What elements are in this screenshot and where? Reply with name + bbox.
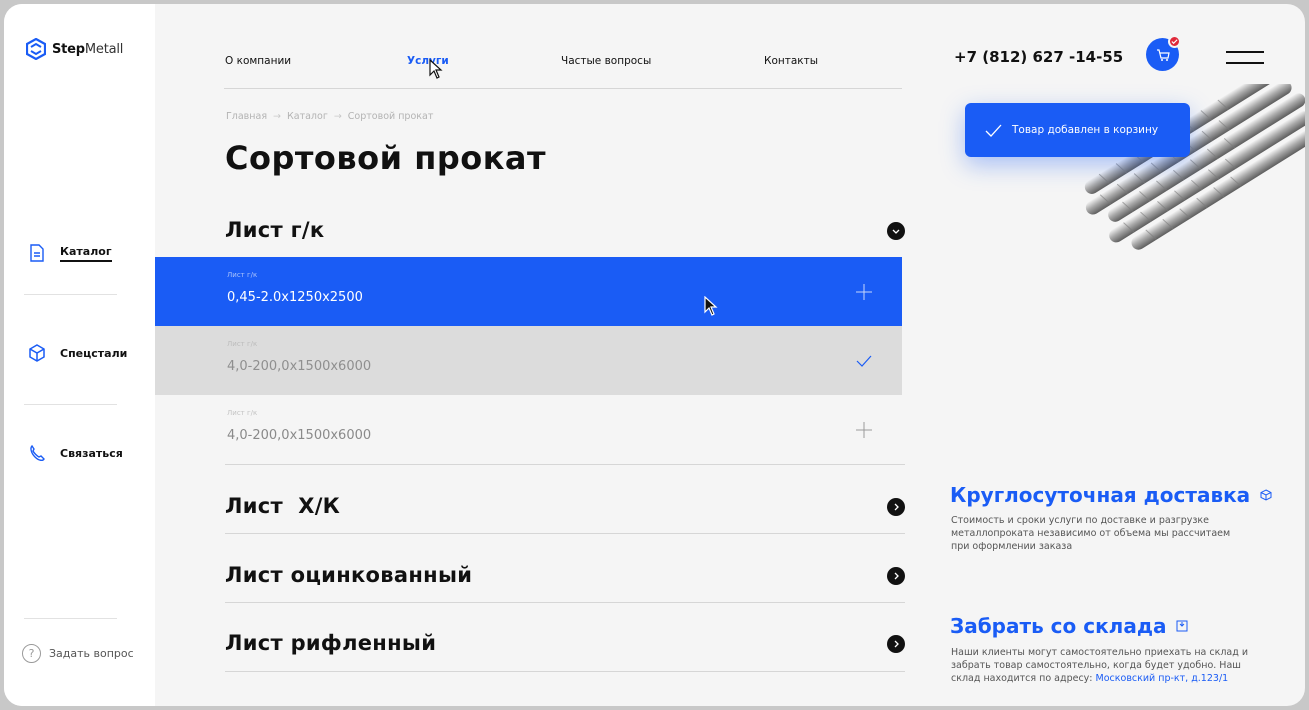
breadcrumb-separator: → [333, 111, 342, 122]
warehouse-icon [1176, 620, 1188, 632]
sidebar-item-label: Связаться [60, 446, 123, 460]
cart-badge [1168, 35, 1181, 48]
pickup-title: Забрать со склада [950, 614, 1188, 638]
plus-icon[interactable] [855, 283, 873, 301]
accordion-section-cold-rolled[interactable]: Лист Х/К [225, 494, 905, 518]
sidebar-item-special-steels[interactable]: Спецстали [28, 344, 127, 362]
breadcrumb-current: Сортовой прокат [347, 111, 434, 122]
menu-button[interactable] [1226, 51, 1264, 65]
nav-link-services[interactable]: Услуги [407, 55, 449, 67]
cube-icon [29, 344, 45, 362]
item-category: Лист г/к [227, 271, 258, 279]
sidebar: StepMetall Каталог Спецстали Связаться ?… [4, 4, 155, 706]
section-title: Лист г/к [225, 218, 325, 242]
chevron-right-icon [887, 498, 905, 516]
browser-frame: StepMetall Каталог Спецстали Связаться ?… [4, 4, 1305, 706]
check-icon [985, 124, 1002, 137]
chevron-right-icon [887, 567, 905, 585]
ask-question-label: Задать вопрос [49, 647, 134, 660]
divider [225, 464, 905, 465]
delivery-title: Круглосуточная доставка [950, 483, 1272, 507]
section-title: Лист рифленный [225, 631, 437, 655]
hamburger-line-icon [1226, 51, 1264, 53]
sidebar-item-label: Спецстали [60, 346, 128, 360]
sidebar-item-catalog[interactable]: Каталог [28, 244, 112, 262]
plus-icon[interactable] [855, 421, 873, 439]
page-title: Сортовой прокат [225, 139, 547, 177]
item-size: 0,45-2.0x1250x2500 [227, 290, 363, 305]
hamburger-line-icon [1226, 62, 1264, 64]
check-icon [1171, 39, 1178, 45]
list-item[interactable]: Лист г/к 4,0-200,0x1500x6000 [155, 395, 902, 464]
accordion-section-hot-rolled[interactable]: Лист г/к [225, 218, 905, 242]
logo[interactable]: StepMetall [26, 38, 123, 60]
accordion-section-checkered[interactable]: Лист рифленный [225, 631, 905, 655]
divider [24, 404, 117, 405]
delivery-description: Стоимость и сроки услуги по доставке и р… [951, 515, 1231, 552]
phone-number[interactable]: +7 (812) 627 -14-55 [954, 48, 1123, 66]
nav-link-contacts[interactable]: Контакты [764, 55, 818, 67]
ask-question-button[interactable]: ? Задать вопрос [22, 644, 134, 663]
chevron-down-icon [887, 222, 905, 240]
pickup-description: Наши клиенты могут самостоятельно приеха… [951, 647, 1249, 684]
divider [24, 294, 117, 295]
box-icon [1260, 489, 1272, 501]
divider [224, 88, 902, 89]
check-icon[interactable] [855, 352, 873, 370]
nav-link-about[interactable]: О компании [225, 55, 291, 67]
divider [225, 671, 905, 672]
item-size: 4,0-200,0x1500x6000 [227, 359, 372, 374]
sidebar-item-contact[interactable]: Связаться [28, 444, 123, 462]
document-icon [30, 244, 44, 262]
cart-icon [1156, 48, 1170, 61]
accordion-section-galvanized[interactable]: Лист оцинкованный [225, 563, 905, 587]
section-title: Лист Х/К [225, 494, 341, 518]
breadcrumb-separator: → [273, 111, 282, 122]
address-link[interactable]: Московский пр-кт, д.123/1 [1096, 673, 1229, 684]
question-icon: ? [22, 644, 41, 663]
divider [225, 533, 905, 534]
item-category: Лист г/к [227, 340, 258, 348]
toast-text: Товар добавлен в корзину [1012, 124, 1159, 136]
divider [225, 602, 905, 603]
logo-icon [26, 38, 46, 60]
breadcrumb: Главная → Каталог → Сортовой прокат [226, 111, 433, 122]
list-item[interactable]: Лист г/к 0,45-2.0x1250x2500 [155, 257, 902, 326]
item-size: 4,0-200,0x1500x6000 [227, 428, 372, 443]
divider [24, 618, 117, 619]
breadcrumb-catalog[interactable]: Каталог [287, 111, 328, 122]
sidebar-item-label: Каталог [60, 245, 112, 262]
chevron-right-icon [887, 635, 905, 653]
section-title: Лист оцинкованный [225, 563, 473, 587]
phone-icon [30, 444, 45, 462]
item-category: Лист г/к [227, 409, 258, 417]
logo-text: StepMetall [52, 41, 124, 57]
breadcrumb-home[interactable]: Главная [226, 111, 267, 122]
list-item[interactable]: Лист г/к 4,0-200,0x1500x6000 [155, 326, 902, 395]
toast-notification: Товар добавлен в корзину [965, 103, 1190, 157]
nav-link-faq[interactable]: Частые вопросы [561, 55, 651, 67]
